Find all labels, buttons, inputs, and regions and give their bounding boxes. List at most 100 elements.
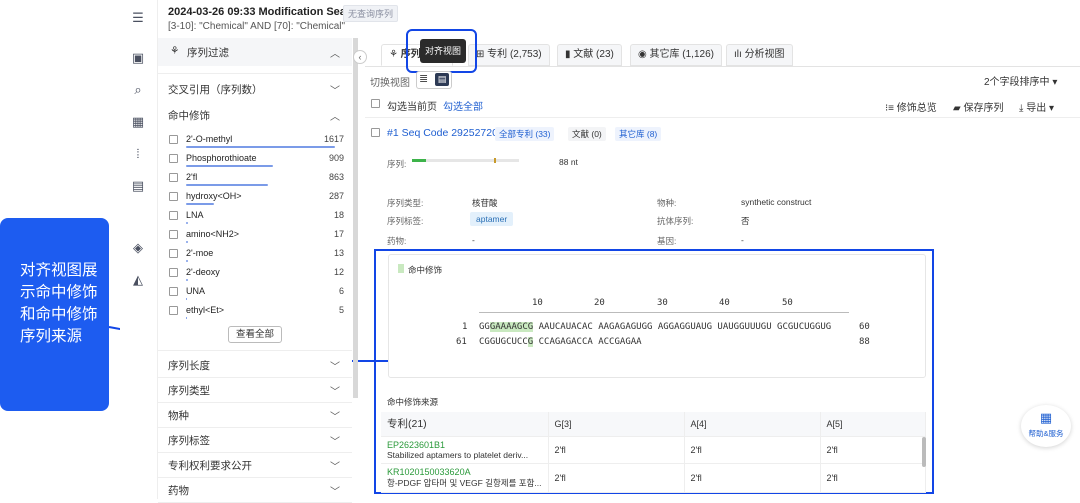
record-checkbox[interactable] [371, 128, 380, 137]
ruler-tick: 30 [657, 298, 668, 308]
help-service-button[interactable]: ▦ 帮助&服务 [1021, 405, 1071, 447]
col-header: G[3] [548, 412, 685, 437]
filter-item[interactable]: 2'fl 863 [168, 171, 344, 190]
filter-scrollbar[interactable] [353, 38, 358, 398]
export-button[interactable]: ⤓ 导出 ▾ [1019, 99, 1054, 114]
filter-item-bar [186, 298, 187, 300]
badge-other-db[interactable]: 其它库 (8) [615, 127, 662, 141]
col-header: 专利(21) [381, 412, 549, 437]
filter-checkbox[interactable] [169, 306, 178, 315]
aptamer-tag: aptamer [470, 212, 514, 226]
chevron-down-icon[interactable]: ﹀ [330, 82, 340, 97]
filter-item-label: UNA [186, 286, 206, 296]
barcode-icon[interactable]: ⦙ [129, 146, 147, 162]
patent-id-link[interactable]: KR1020150033620A [387, 467, 542, 477]
chevron-down-icon[interactable]: ﹀ [330, 433, 340, 448]
filter-item-count: 13 [333, 248, 344, 258]
filter-item-label: 2'-O-methyl [186, 134, 233, 144]
table-scrollbar[interactable] [922, 437, 926, 467]
alignment-panel [388, 254, 926, 378]
filter-checkbox[interactable] [169, 135, 178, 144]
filter-checkbox[interactable] [169, 173, 178, 182]
filter-item[interactable]: 2'-O-methyl 1617 [168, 133, 344, 152]
search-icon[interactable]: ⌕ [129, 82, 147, 98]
tab-other-db[interactable]: ◉ 其它库 (1,126) [630, 44, 722, 66]
select-all-link[interactable]: 勾选全部 [443, 98, 483, 113]
badge-patents[interactable]: 全部专利 (33) [495, 127, 555, 141]
filter-item[interactable]: amino<NH2> 17 [168, 228, 344, 247]
view-all-button[interactable]: 查看全部 [228, 326, 282, 343]
filter-checkbox[interactable] [169, 230, 178, 239]
alignment-view-icon[interactable]: ▤ [435, 73, 449, 86]
table-header-row: 专利(21) G[3] A[4] A[5] [381, 412, 926, 437]
patent-title: Stabilized aptamers to platelet deriv... [387, 449, 529, 460]
chevron-up-icon[interactable]: ︿ [330, 108, 340, 123]
tab-analysis[interactable]: ılı 分析视图 [726, 44, 793, 66]
filter-checkbox[interactable] [169, 192, 178, 201]
mod-overview-button[interactable]: ⁝≡ 修饰总览 [885, 99, 937, 114]
seq-segment: AAUCAUACAC AAGAGAGUGG AGGAGGUAUG UAUGGUU… [533, 322, 832, 332]
seq-line-1-start: 1 [462, 322, 468, 332]
tab-label: 其它库 (1,126) [649, 49, 714, 60]
save-seq-button[interactable]: ▰ 保存序列 [953, 99, 1003, 114]
chevron-down-icon[interactable]: ﹀ [330, 408, 340, 423]
select-page-label[interactable]: 勾选当前页 [387, 98, 437, 113]
filter-checkbox[interactable] [169, 249, 178, 258]
list-view-icon[interactable]: ≣ [419, 73, 432, 86]
filter-item-bar [186, 222, 188, 224]
seq-segment: GG [479, 322, 490, 332]
filter-item[interactable]: Phosphorothioate 909 [168, 152, 344, 171]
tab-literature[interactable]: ▮ 文献 (23) [557, 44, 622, 66]
field-value: 核苷酸 [472, 198, 498, 208]
menu-expand-icon[interactable]: ☰ [129, 10, 147, 26]
filter-item-bar [186, 165, 273, 167]
tab-patents[interactable]: ⊞ 专利 (2,753) [468, 44, 550, 66]
chevron-down-icon[interactable]: ﹀ [330, 383, 340, 398]
filter-item[interactable]: 2'-moe 13 [168, 247, 344, 266]
filter-checkbox[interactable] [169, 154, 178, 163]
bookmark-icon[interactable]: ▣ [129, 50, 147, 66]
filter-item-label: 2'-moe [186, 248, 214, 258]
filter-checkbox[interactable] [169, 287, 178, 296]
filter-section[interactable]: 序列长度 [168, 358, 210, 373]
filter-item-bar [186, 260, 188, 262]
filter-item[interactable]: UNA 6 [168, 285, 344, 304]
filter-item[interactable]: hydroxy<OH> 287 [168, 190, 344, 209]
filter-section[interactable]: 序列类型 [168, 383, 210, 398]
section-cross-ref[interactable]: 交叉引用（序列数） [168, 82, 263, 97]
badge-literature[interactable]: 文献 (0) [568, 127, 606, 141]
table-cell: 2'fl [684, 436, 821, 464]
filter-item-count: 909 [328, 153, 344, 163]
filter-section[interactable]: 物种 [168, 408, 189, 423]
filter-section[interactable]: 序列标签 [168, 433, 210, 448]
chevron-down-icon[interactable]: ﹀ [330, 358, 340, 373]
filter-icon: ⚘ [170, 45, 180, 57]
chevron-up-icon[interactable]: ︿ [330, 45, 340, 60]
filter-item[interactable]: LNA 18 [168, 209, 344, 228]
upload-icon[interactable]: ◭ [129, 272, 147, 288]
search-title: 2024-03-26 09:33 Modification Search [168, 6, 364, 18]
layers-icon[interactable]: ◈ [129, 240, 147, 256]
field-key: 基因: [657, 236, 677, 246]
collapse-panel-button[interactable]: ‹ [353, 50, 367, 64]
ruler-tick: 50 [782, 298, 793, 308]
seq-line-2-start: 61 [456, 337, 467, 347]
chevron-down-icon[interactable]: ﹀ [330, 458, 340, 473]
grid-icon[interactable]: ▦ [129, 114, 147, 130]
sort-dropdown[interactable]: 2个字段排序中 ▾ [984, 73, 1057, 88]
filter-section[interactable]: 药物 [168, 483, 189, 498]
filter-section[interactable]: 专利权利要求公开 [168, 458, 252, 473]
chevron-down-icon[interactable]: ﹀ [330, 483, 340, 498]
filter-checkbox[interactable] [169, 211, 178, 220]
filter-checkbox[interactable] [169, 268, 178, 277]
section-hit-mod[interactable]: 命中修饰 [168, 108, 210, 123]
filter-item[interactable]: ethyl<Et> 5 [168, 304, 344, 323]
chart-icon[interactable]: ▤ [129, 178, 147, 194]
select-page-checkbox[interactable] [371, 99, 380, 108]
field-key: 物种: [657, 198, 677, 208]
field-key: 药物: [387, 236, 407, 246]
patent-id-link[interactable]: EP2623601B1 [387, 440, 542, 450]
record-title-link[interactable]: #1 Seq Code 29252720 [387, 127, 498, 139]
seq-line-1: GGGAAAAGCG AAUCAUACAC AAGAGAGUGG AGGAGGU… [479, 322, 831, 332]
filter-item[interactable]: 2'-deoxy 12 [168, 266, 344, 285]
